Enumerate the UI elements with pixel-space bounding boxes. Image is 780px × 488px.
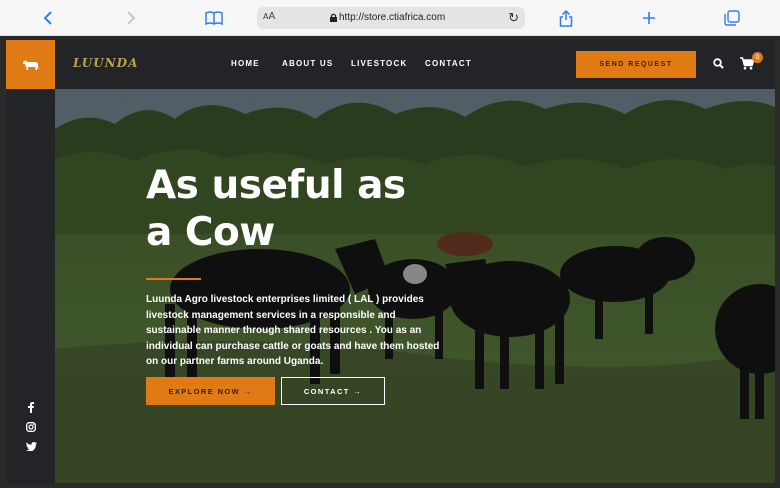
cart-count-badge: 0 (752, 52, 763, 63)
lock-icon (330, 13, 337, 22)
forward-chevron-right-icon[interactable] (121, 8, 141, 28)
hero-section: As useful as a Cow Luunda Agro livestock… (55, 89, 775, 483)
tabs-icon[interactable] (722, 8, 742, 28)
hero-background-image (55, 89, 775, 483)
hero-title-line-2: a Cow (146, 210, 275, 255)
back-chevron-left-icon[interactable] (38, 8, 58, 28)
text-size-button[interactable]: AA (263, 11, 275, 22)
bookmarks-book-icon[interactable] (204, 8, 224, 28)
hero-title: As useful as a Cow (146, 162, 466, 256)
url-text[interactable]: http://store.ctiafrica.com (339, 12, 445, 23)
website-viewport: LUUNDA HOME ABOUT US LIVESTOCK CONTACT S… (6, 40, 775, 483)
nav-home[interactable]: HOME (231, 59, 260, 68)
nav-contact[interactable]: CONTACT (425, 59, 472, 68)
share-icon[interactable] (556, 8, 576, 28)
logo-cow-icon[interactable] (6, 40, 55, 89)
browser-toolbar: AA http://store.ctiafrica.com ↻ (0, 0, 780, 36)
explore-now-button[interactable]: EXPLORE NOW → (146, 377, 275, 405)
search-icon[interactable] (713, 58, 724, 69)
new-tab-plus-icon[interactable] (639, 8, 659, 28)
hero-description: Luunda Agro livestock enterprises limite… (146, 294, 440, 367)
facebook-icon[interactable] (24, 402, 38, 416)
hero-divider (146, 278, 201, 280)
send-request-button[interactable]: SEND REQUEST (576, 51, 696, 78)
hero-title-line-1: As useful as (146, 163, 406, 208)
brand-logo-text[interactable]: LUUNDA (73, 56, 138, 70)
nav-about-us[interactable]: ABOUT US (282, 59, 333, 68)
twitter-icon[interactable] (24, 442, 38, 456)
instagram-icon[interactable] (24, 422, 38, 436)
reload-icon[interactable]: ↻ (508, 10, 519, 26)
address-bar[interactable]: AA http://store.ctiafrica.com ↻ (257, 7, 525, 29)
contact-button[interactable]: CONTACT → (281, 377, 385, 405)
nav-livestock[interactable]: LIVESTOCK (351, 59, 407, 68)
left-sidebar (6, 40, 55, 483)
top-navigation: LUUNDA HOME ABOUT US LIVESTOCK CONTACT S… (55, 40, 775, 89)
